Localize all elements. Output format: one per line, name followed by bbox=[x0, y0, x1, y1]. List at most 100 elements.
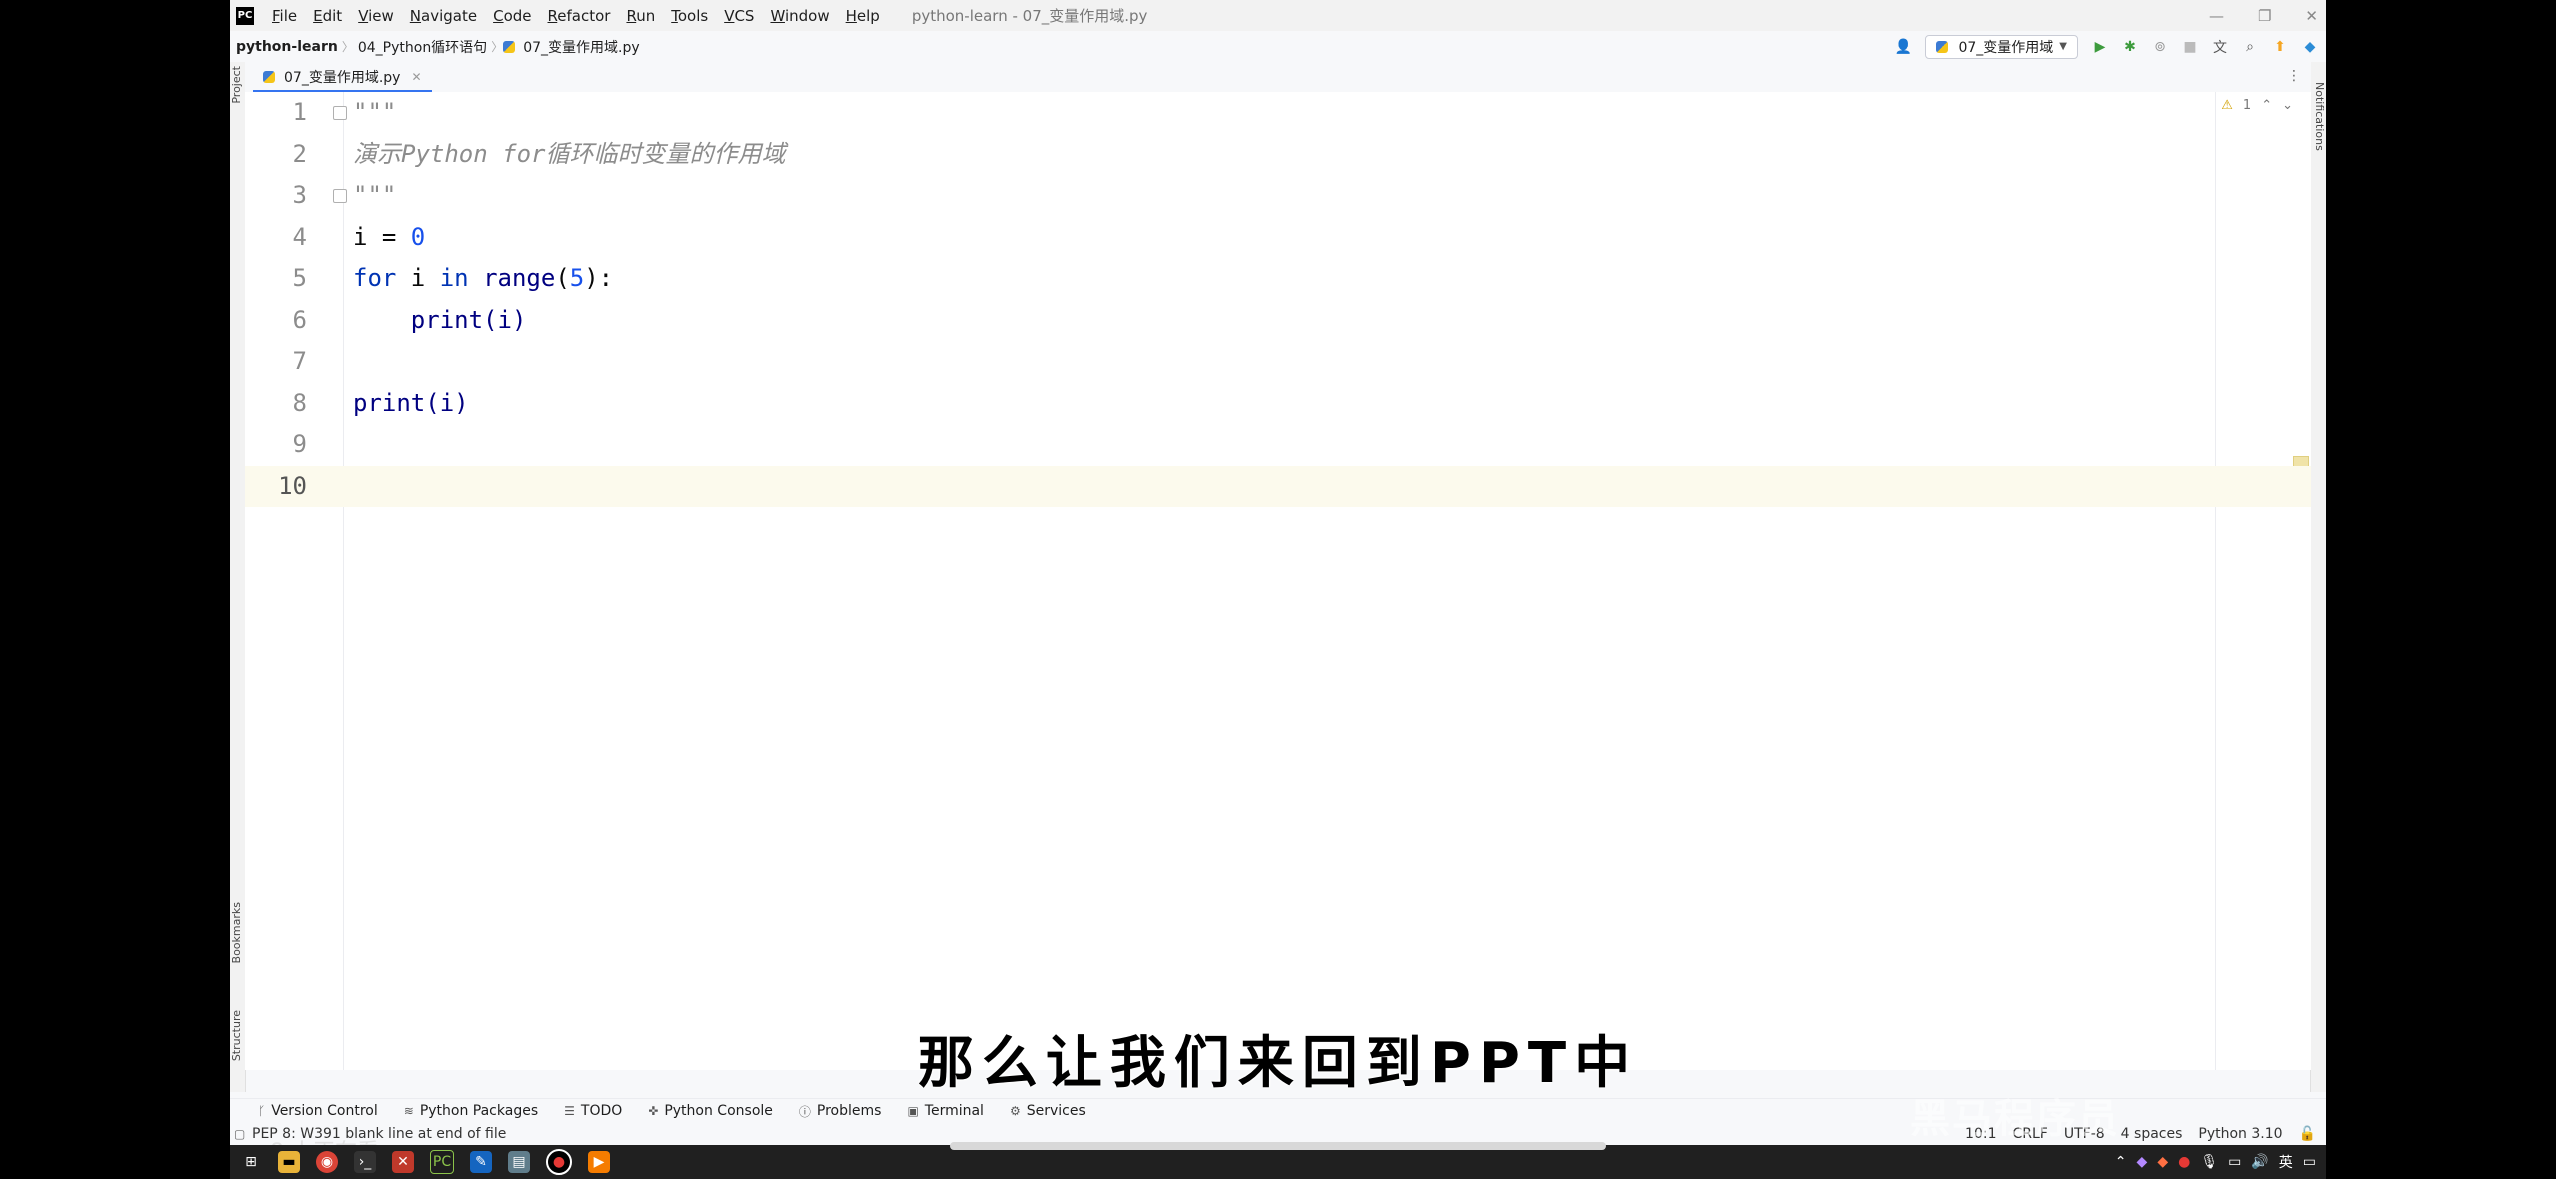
navbar-actions: 👤 07_变量作用域 ▼ ▶ ✱ ⊚ ■ 文 ⌕ ⬆ ◆ bbox=[1895, 31, 2318, 62]
microphone-icon[interactable]: 🎙 bbox=[2200, 1154, 2218, 1170]
menu-code[interactable]: Code bbox=[485, 7, 539, 25]
editor-app-icon[interactable]: ✎ bbox=[470, 1151, 492, 1173]
run-config-label: 07_变量作用域 bbox=[1958, 39, 2054, 56]
menu-edit[interactable]: Edit bbox=[305, 7, 350, 25]
pycharm-app-icon[interactable]: PC bbox=[430, 1150, 454, 1174]
windows-taskbar: ⊞ ▬ ◉ ›_ ✕ PC ✎ ▤ ● ▶ ⌃ ◆ ◆ ● 🎙 ▭ 🔊 英 ▭ bbox=[230, 1145, 2326, 1179]
restore-button[interactable]: ❐ bbox=[2258, 7, 2271, 25]
todo-tool-button[interactable]: ☰ TODO bbox=[564, 1103, 622, 1119]
line-number: 1 bbox=[292, 98, 307, 126]
code-text: """ bbox=[353, 98, 397, 126]
code-editor[interactable]: ⚠ 1 ⌃ ⌄ 1 """ 2 演示Python for循环临时变量的作用域 3… bbox=[245, 92, 2311, 1070]
code-line[interactable]: 1 """ bbox=[245, 92, 2311, 134]
breadcrumb-project[interactable]: python-learn bbox=[230, 39, 342, 55]
minimize-button[interactable]: — bbox=[2209, 7, 2224, 25]
pycharm-logo-icon: PC bbox=[236, 6, 254, 25]
fold-marker-icon[interactable] bbox=[333, 106, 347, 120]
menu-navigate[interactable]: Navigate bbox=[402, 7, 485, 25]
windows-start-icon[interactable]: ⊞ bbox=[240, 1151, 262, 1173]
code-line[interactable]: 2 演示Python for循环临时变量的作用域 bbox=[245, 134, 2311, 176]
xmind-app-icon[interactable]: ✕ bbox=[392, 1151, 414, 1173]
python-console-tool-button[interactable]: ✜ Python Console bbox=[648, 1103, 773, 1119]
menu-help[interactable]: Help bbox=[838, 7, 888, 25]
right-tool-stripe: Notifications bbox=[2310, 62, 2326, 1092]
notifications-tool-button[interactable]: Notifications bbox=[2311, 82, 2326, 151]
translate-icon[interactable]: 文 bbox=[2212, 39, 2228, 56]
menu-view[interactable]: View bbox=[350, 7, 402, 25]
bookmarks-tool-button[interactable]: Bookmarks bbox=[230, 902, 245, 963]
line-number: 7 bbox=[292, 347, 307, 375]
terminal-tool-button[interactable]: ▣ Terminal bbox=[907, 1103, 984, 1119]
breadcrumb-file[interactable]: 07_变量作用域.py bbox=[519, 37, 643, 57]
user-account-icon[interactable]: 👤 bbox=[1895, 39, 1912, 55]
menu-run[interactable]: Run bbox=[618, 7, 663, 25]
menu-tools[interactable]: Tools bbox=[663, 7, 716, 25]
update-icon[interactable]: ⬆ bbox=[2272, 39, 2288, 55]
menu-vcs[interactable]: VCS bbox=[716, 7, 762, 25]
notification-center-icon[interactable]: ▭ bbox=[2303, 1154, 2316, 1170]
info-icon: ⓘ bbox=[798, 1104, 811, 1119]
run-config-select[interactable]: 07_变量作用域 ▼ bbox=[1925, 34, 2078, 59]
version-control-tool-button[interactable]: ᚴ Version Control bbox=[258, 1103, 378, 1119]
terminal-app-icon[interactable]: ›_ bbox=[354, 1151, 376, 1173]
run-icon[interactable]: ▶ bbox=[2092, 39, 2108, 55]
video-subtitle: 那么让我们来回到PPT中 bbox=[917, 1031, 1639, 1096]
ime-indicator[interactable]: 英 bbox=[2279, 1152, 2293, 1172]
left-tool-stripe: Project Bookmarks Structure bbox=[230, 62, 246, 1092]
network-icon[interactable]: ▭ bbox=[2228, 1154, 2241, 1170]
code-line[interactable]: 3 """ bbox=[245, 175, 2311, 217]
code-line[interactable]: 4 i = 0 bbox=[245, 217, 2311, 259]
player-app-icon[interactable]: ▶ bbox=[588, 1151, 610, 1173]
menu-window[interactable]: Window bbox=[762, 7, 837, 25]
more-options-icon[interactable]: ⋮ bbox=[2287, 68, 2301, 84]
line-number: 4 bbox=[292, 222, 307, 251]
square-icon[interactable]: ▢ bbox=[234, 1127, 245, 1141]
volume-icon[interactable]: 🔊 bbox=[2251, 1154, 2268, 1170]
record-tray-icon[interactable]: ● bbox=[2178, 1154, 2190, 1170]
python-file-icon bbox=[263, 71, 275, 83]
menu-refactor[interactable]: Refactor bbox=[540, 7, 619, 25]
branch-icon: ᚴ bbox=[258, 1104, 266, 1118]
chevron-down-icon: ▼ bbox=[2059, 41, 2067, 52]
debug-icon[interactable]: ✱ bbox=[2122, 39, 2138, 55]
breadcrumb-separator-icon: 〉 bbox=[341, 40, 354, 54]
chrome-icon[interactable]: ◉ bbox=[316, 1151, 338, 1173]
lock-icon[interactable]: 🔓 bbox=[2299, 1126, 2316, 1142]
file-explorer-icon[interactable]: ▬ bbox=[278, 1151, 300, 1173]
tray-app-icon[interactable]: ◆ bbox=[2157, 1154, 2168, 1170]
chevron-up-icon[interactable]: ⌃ bbox=[2115, 1154, 2127, 1170]
layers-icon: ≋ bbox=[403, 1104, 414, 1118]
stop-icon[interactable]: ■ bbox=[2182, 39, 2198, 55]
python-interpreter[interactable]: Python 3.10 bbox=[2198, 1126, 2282, 1142]
project-tool-button[interactable]: Project bbox=[230, 66, 245, 104]
ide-window: PC File Edit View Navigate Code Refactor… bbox=[230, 0, 2326, 1145]
code-line[interactable]: 6 print(i) bbox=[245, 300, 2311, 342]
plugin-icon[interactable]: ◆ bbox=[2302, 39, 2318, 55]
tool-label: Terminal bbox=[924, 1103, 984, 1119]
code-text: for i in range(5): bbox=[353, 264, 614, 292]
tool-label: TODO bbox=[580, 1103, 623, 1119]
close-button[interactable]: ✕ bbox=[2305, 7, 2318, 25]
video-progress-handle[interactable] bbox=[950, 1142, 1606, 1150]
coverage-icon[interactable]: ⊚ bbox=[2152, 39, 2168, 55]
indent-setting[interactable]: 4 spaces bbox=[2121, 1126, 2183, 1142]
tray-app-icon[interactable]: ◆ bbox=[2137, 1154, 2148, 1170]
code-line[interactable]: 5 for i in range(5): bbox=[245, 258, 2311, 300]
code-line-current[interactable]: 10 bbox=[245, 465, 2311, 507]
code-line[interactable]: 7 bbox=[245, 341, 2311, 383]
code-line[interactable]: 8 print(i) bbox=[245, 383, 2311, 425]
record-app-icon[interactable]: ● bbox=[546, 1149, 572, 1175]
breadcrumb-folder[interactable]: 04_Python循环语句 bbox=[354, 37, 491, 57]
python-packages-tool-button[interactable]: ≋ Python Packages bbox=[404, 1103, 538, 1119]
python-file-icon bbox=[1936, 40, 1949, 53]
code-line[interactable]: 9 bbox=[245, 424, 2311, 466]
services-tool-button[interactable]: ⚙ Services bbox=[1010, 1103, 1086, 1119]
menu-file[interactable]: File bbox=[264, 7, 305, 25]
problems-tool-button[interactable]: ⓘ Problems bbox=[799, 1103, 882, 1120]
fold-marker-icon[interactable] bbox=[333, 189, 347, 203]
tab-07-variable-scope[interactable]: 07_变量作用域.py ✕ bbox=[253, 64, 432, 93]
screenshot-app-icon[interactable]: ▤ bbox=[508, 1151, 530, 1173]
close-icon[interactable]: ✕ bbox=[411, 70, 421, 84]
search-icon[interactable]: ⌕ bbox=[2242, 39, 2258, 55]
line-number: 6 bbox=[292, 305, 307, 334]
